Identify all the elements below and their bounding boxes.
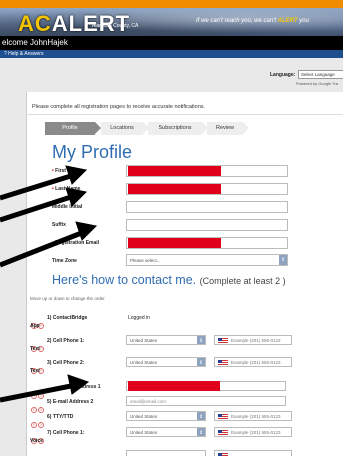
logo-ac: AC (18, 11, 52, 36)
phone-placeholder: Example (201) 555-0123 (231, 430, 281, 435)
chevron-down-icon: ⇕ (197, 412, 205, 420)
country-value: United States (130, 338, 158, 343)
us-flag-icon (218, 430, 228, 435)
contact-subtitle: (Complete at least 2 ) (199, 276, 286, 286)
top-accent-strip (0, 0, 343, 8)
time-zone-value: Please select... (130, 258, 161, 263)
chevron-down-icon: ⇕ (197, 428, 205, 436)
contact-row-sub: Voice (30, 438, 43, 444)
contact-row-label: 6) TTY/TTD (47, 414, 74, 420)
phone-placeholder: Example (201) 555-0123 (231, 360, 281, 365)
phone-placeholder: Example (201) 555-0123 (231, 338, 281, 343)
us-flag-icon (218, 338, 228, 343)
banner-tagline: If we can't reach you, we can't ALERT yo… (196, 18, 309, 24)
suffix-field[interactable] (126, 219, 288, 231)
country-select[interactable]: United States ⇕ (126, 427, 206, 437)
email-address-2-field[interactable]: email@email.com (126, 396, 286, 406)
tagline-post: you (297, 18, 309, 24)
country-select[interactable]: United States ⇕ (126, 411, 206, 421)
tagline-alert: ALERT (277, 18, 298, 24)
country-value: United States (130, 414, 158, 419)
redaction-email-1 (128, 381, 220, 391)
site-banner: AC ALERT Alameda County, CA If we can't r… (0, 8, 343, 36)
chevron-down-icon: ⇕ (197, 358, 205, 366)
contact-row-label: 7) Cell Phone 1: (47, 430, 85, 436)
email-placeholder: email@email.com (130, 399, 166, 404)
welcome-bar: elcome JohnHajek (0, 36, 343, 50)
reorder-buttons: ‹› (31, 450, 45, 456)
middle-initial-field[interactable] (126, 201, 288, 213)
registration-notice: Please complete all registration pages t… (32, 104, 206, 110)
step-subscriptions[interactable]: Subscriptions (148, 122, 208, 135)
step-review[interactable]: Review (207, 122, 249, 135)
county-label: Alameda County, CA (92, 23, 139, 29)
chevron-down-icon: ⇕ (279, 255, 287, 265)
annotation-arrows (0, 165, 98, 403)
move-up-icon[interactable]: ‹ (31, 422, 37, 428)
language-label: Language: (270, 72, 296, 78)
step-profile[interactable]: Profile (45, 122, 101, 135)
redaction-first-name (128, 166, 221, 176)
country-value: United States (130, 430, 158, 435)
phone-input[interactable]: Example (201) 555-0123 (214, 335, 292, 345)
phone-input[interactable]: Example (201) 555-0123 (214, 411, 292, 421)
language-select[interactable]: Select Language (298, 70, 343, 79)
phone-input[interactable] (214, 450, 292, 456)
help-answers-link[interactable]: ? Help & Answers (0, 50, 343, 58)
step-locations[interactable]: Locations (101, 122, 149, 135)
country-select[interactable]: United States ⇕ (126, 335, 206, 345)
time-zone-select[interactable]: Please select... ⇕ (126, 254, 288, 266)
contact-status: Logged in (128, 315, 150, 321)
powered-by-google: Powered by Google Tra (296, 81, 339, 86)
phone-input[interactable]: Example (201) 555-0123 (214, 427, 292, 437)
country-select[interactable] (126, 450, 206, 456)
move-down-icon[interactable]: › (38, 422, 44, 428)
divider (26, 114, 343, 115)
country-select[interactable]: United States ⇕ (126, 357, 206, 367)
tagline-pre: If we can't reach you, we can't (196, 18, 278, 24)
redaction-last-name (128, 184, 221, 194)
us-flag-icon (218, 414, 228, 419)
country-value: United States (130, 360, 158, 365)
redaction-email (128, 238, 221, 248)
us-flag-icon (218, 360, 228, 365)
chevron-down-icon: ⇕ (197, 336, 205, 344)
phone-input[interactable]: Example (201) 555-0123 (214, 357, 292, 367)
phone-placeholder: Example (201) 555-0123 (231, 414, 281, 419)
